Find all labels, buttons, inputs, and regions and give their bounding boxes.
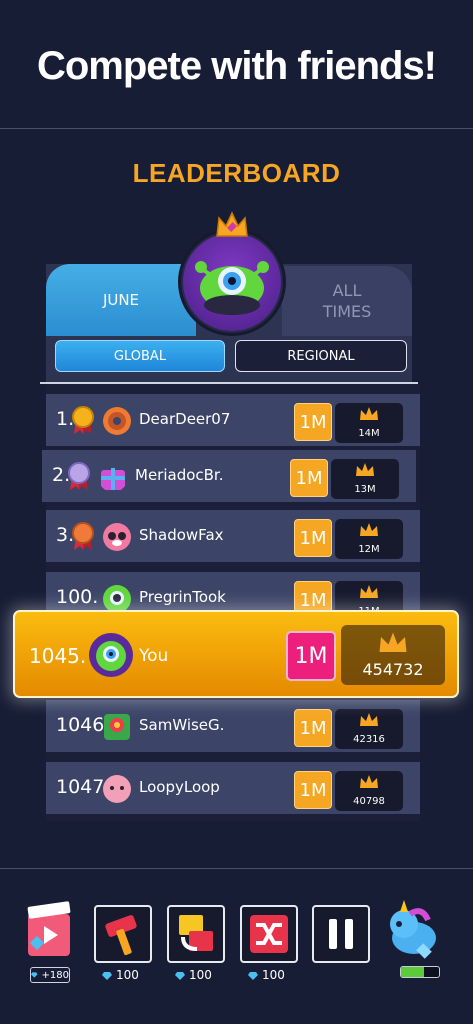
tab-all-times[interactable]: ALL TIMES xyxy=(282,266,412,336)
player-name: PregrinTook xyxy=(139,588,226,606)
flower-avatar-icon xyxy=(104,714,130,740)
crown-icon xyxy=(360,775,378,788)
multiplier-badge: 1M xyxy=(286,631,336,681)
my-score: 454732 xyxy=(362,660,424,679)
player-name: DearDeer07 xyxy=(139,410,231,428)
gem-icon xyxy=(175,971,185,980)
gift-avatar-icon xyxy=(101,468,125,490)
multiplier-badge: 1M xyxy=(294,709,332,747)
tab-june[interactable]: JUNE xyxy=(46,264,196,336)
player-name: MeriadocBr. xyxy=(135,466,224,484)
gem-icon xyxy=(31,972,38,978)
silver-medal-icon xyxy=(68,462,90,490)
crown-icon xyxy=(360,523,378,536)
score-box: 40798 xyxy=(335,771,403,811)
leaderboard-row[interactable]: 1047 LoopyLoop 1M 40798 xyxy=(46,762,420,814)
player-name: ShadowFax xyxy=(139,526,224,544)
leaderboard-row[interactable]: 2. MeriadocBr. 1M 13M xyxy=(42,450,416,502)
gem-icon xyxy=(102,971,112,980)
score: 42316 xyxy=(353,734,385,745)
rank: 100. xyxy=(56,586,99,608)
pause-button[interactable] xyxy=(312,905,370,963)
multiplier-badge: 1M xyxy=(294,771,332,809)
player-name: LoopyLoop xyxy=(139,778,220,796)
rank: 1047 xyxy=(56,776,105,798)
swap-icon xyxy=(179,915,213,951)
video-reward-pill[interactable]: +180 xyxy=(30,967,70,983)
hammer-icon xyxy=(105,915,137,956)
energy-meter-fill xyxy=(401,967,424,977)
headline: Compete with friends! xyxy=(36,44,437,88)
multiplier-badge: 1M xyxy=(290,459,328,497)
shuffle-button[interactable] xyxy=(240,905,298,963)
leaderboard-title: LEADERBOARD xyxy=(132,158,341,188)
cat-avatar-icon xyxy=(103,775,131,803)
swap-cost: 100 xyxy=(175,968,212,982)
leaderboard-row[interactable]: 3. ShadowFax 1M 12M xyxy=(46,510,420,562)
shuffle-icon xyxy=(250,915,288,953)
multiplier-badge: 1M xyxy=(294,403,332,441)
crown-icon xyxy=(216,211,248,237)
rank: 1046 xyxy=(56,714,105,736)
shuffle-cost: 100 xyxy=(248,968,285,982)
video-reward-amount: +180 xyxy=(41,969,69,981)
gem-icon xyxy=(248,971,258,980)
unicorn-pet-icon[interactable] xyxy=(382,898,446,962)
panda-avatar-icon xyxy=(103,523,131,551)
top-divider xyxy=(0,128,473,129)
player-name: SamWiseG. xyxy=(139,716,225,734)
hammer-button[interactable] xyxy=(94,905,152,963)
swap-button[interactable] xyxy=(167,905,225,963)
my-name: You xyxy=(139,646,169,666)
score-box: 13M xyxy=(331,459,399,499)
global-button[interactable]: GLOBAL xyxy=(55,340,225,372)
gold-medal-icon xyxy=(72,406,94,434)
hammer-cost: 100 xyxy=(102,968,139,982)
donut-avatar-icon xyxy=(103,407,131,435)
crown-icon xyxy=(360,713,378,726)
video-reward-icon[interactable] xyxy=(24,898,76,962)
leaderboard-row[interactable]: 1. DearDeer07 1M 14M xyxy=(46,394,420,446)
pause-icon xyxy=(329,919,353,949)
energy-meter xyxy=(400,966,440,978)
leaderboard-row[interactable]: 1046 SamWiseG. 1M 42316 xyxy=(46,700,420,752)
crown-icon xyxy=(360,585,378,598)
score-box: 12M xyxy=(335,519,403,559)
score: 40798 xyxy=(353,796,385,807)
my-score-box: 454732 xyxy=(341,625,445,685)
score: 13M xyxy=(354,484,376,495)
crown-icon xyxy=(360,407,378,420)
crown-icon xyxy=(356,463,374,476)
score-box: 14M xyxy=(335,403,403,443)
alien-badge-icon xyxy=(183,233,281,331)
bottom-divider xyxy=(0,868,473,869)
score: 12M xyxy=(358,544,380,555)
my-rank-row[interactable]: 1045. You 1M 454732 xyxy=(13,610,459,698)
tab-all-times-label: ALL TIMES xyxy=(322,281,372,321)
score-box: 42316 xyxy=(335,709,403,749)
regional-button[interactable]: REGIONAL xyxy=(235,340,407,372)
my-rank: 1045. xyxy=(29,644,87,668)
multiplier-badge: 1M xyxy=(294,519,332,557)
crown-icon xyxy=(379,632,407,652)
bronze-medal-icon xyxy=(72,522,94,550)
score: 14M xyxy=(358,428,380,439)
alien-avatar-icon xyxy=(89,633,133,677)
